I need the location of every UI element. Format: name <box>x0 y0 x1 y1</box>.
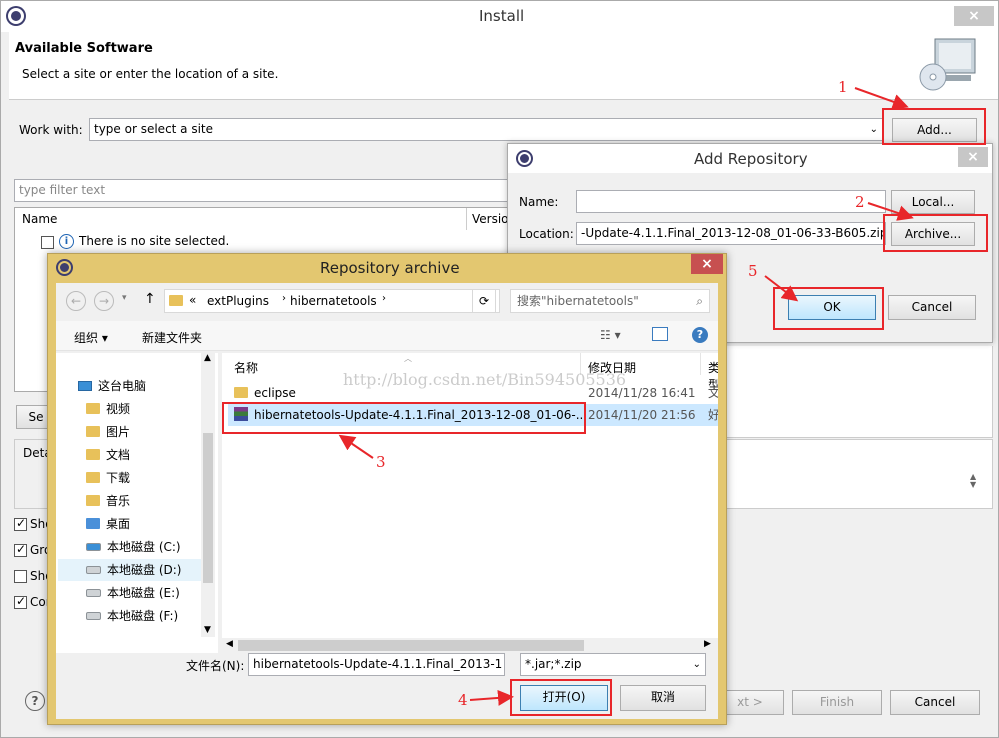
highlight-open <box>510 679 612 716</box>
annotation-3: 3 <box>376 453 386 471</box>
annotation-arrow-4 <box>469 689 514 706</box>
highlight-file <box>222 402 586 434</box>
highlight-archive <box>883 214 988 252</box>
annotation-arrows <box>338 87 914 706</box>
annotation-4: 4 <box>458 691 468 709</box>
annotation-1: 1 <box>838 78 848 96</box>
annotation-arrow-3 <box>338 434 374 459</box>
annotation-5: 5 <box>748 262 758 280</box>
annotation-2: 2 <box>855 193 865 211</box>
annotation-arrow-1 <box>854 87 909 110</box>
highlight-add <box>882 108 986 145</box>
highlight-ok <box>773 287 884 330</box>
